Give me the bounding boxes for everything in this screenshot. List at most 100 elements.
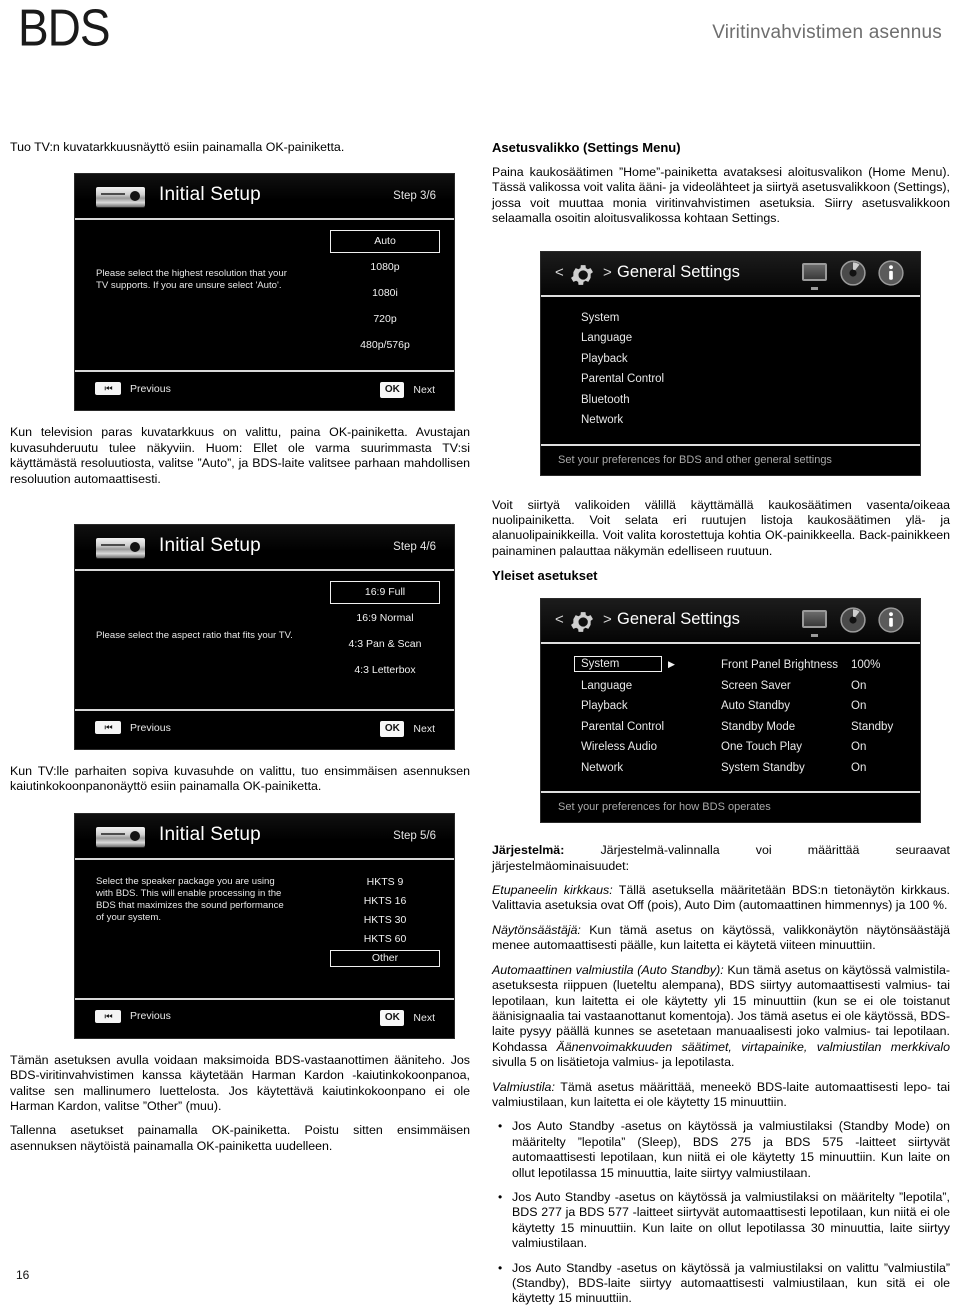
option-hkts-16[interactable]: HKTS 16 [330,893,440,910]
setting-value-system-standby[interactable]: On [851,762,866,774]
menu-item-playback[interactable]: Playback Auto Standby On [541,699,920,720]
screensaver-label: Näytönsäästäjä: [492,922,581,937]
screen-titlebar: Initial Setup Step 3/6 [75,174,454,221]
setting-value-standby-mode[interactable]: Standby [851,721,893,733]
ok-key-icon: OK [380,1009,405,1026]
menu-item-system[interactable]: System [541,311,920,332]
player-slot [101,832,125,835]
menu-item-parental-control[interactable]: Parental Control Standby Mode Standby [541,720,920,741]
after-step3-paragraph: Kun television paras kuvatarkkuus on val… [10,425,470,486]
setting-value-one-touch-play[interactable]: On [851,741,866,753]
tv-icon[interactable] [802,260,828,286]
menu-item-language[interactable]: Language [541,331,920,352]
page-header: BDS Viritinvahvistimen asennus [0,0,960,78]
option-hkts-60[interactable]: HKTS 60 [330,931,440,948]
next-label: Next [413,723,435,736]
next-button[interactable]: OK Next [380,382,435,399]
menu-item-wireless-audio[interactable]: Wireless Audio One Touch Play On [541,740,920,761]
page-number: 16 [16,1268,30,1282]
settings-footer-hint: Set your preferences for BDS and other g… [541,443,920,475]
auto-standby-italic-reference: Äänenvoimakkuuden säätimet, virtapainike… [556,1039,950,1054]
info-icon[interactable] [878,260,904,286]
right-chevron-icon[interactable]: > [603,264,612,281]
front-panel-label: Etupaneelin kirkkaus: [492,883,613,898]
disc-icon[interactable] [840,607,866,633]
left-column: Tuo TV:n kuvatarkkuusnäyttö esiin painam… [10,140,470,1154]
settings-titlebar: < > General Settings [541,251,920,297]
next-button[interactable]: OK Next [380,1009,435,1026]
menu-item-bluetooth[interactable]: Bluetooth [541,393,920,414]
bds-logo: BDS [18,0,111,57]
setting-value-screen-saver[interactable]: On [851,680,866,692]
disc-icon[interactable] [840,259,866,286]
right-column: Asetusvalikko (Settings Menu) Paina kauk… [492,140,950,1316]
menu-label: Language [581,679,633,692]
option-1080i[interactable]: 1080i [330,282,440,305]
auto-standby-label: Automaattinen valmiustila (Auto Standby)… [492,962,724,977]
standby-bullet-list: Jos Auto Standby -asetus on käytössä ja … [492,1119,950,1306]
menu-item-system[interactable]: System ▶ Front Panel Brightness 100% [541,656,920,679]
screen-title: Initial Setup [159,184,261,206]
menu-label: Bluetooth [581,393,630,406]
option-1080p[interactable]: 1080p [330,256,440,279]
page-title: Viritinvahvistimen asennus [712,22,942,43]
screen-title: Initial Setup [159,823,261,845]
option-hkts-9[interactable]: HKTS 9 [330,874,440,891]
option-other[interactable]: Other [330,949,440,967]
previous-button[interactable]: ⏮ Previous [95,721,171,735]
valmiustila-label: Valmiustila: [492,1079,555,1094]
settings-menu-list[interactable]: System ▶ Front Panel Brightness 100% Lan… [541,644,920,791]
setting-value-auto-standby[interactable]: On [851,700,866,712]
menu-item-network[interactable]: Network System Standby On [541,761,920,782]
left-chevron-icon[interactable]: < [555,611,564,628]
chevron-right-icon: ▶ [668,659,675,670]
previous-button[interactable]: ⏮ Previous [95,382,171,396]
player-slot [101,544,125,547]
menu-item-language[interactable]: Language Screen Saver On [541,679,920,700]
settings-menu-list[interactable]: System Language Playback Parental Contro… [541,297,920,444]
option-16-9-full[interactable]: 16:9 Full [330,581,440,605]
tv-icon[interactable] [802,607,828,633]
previous-label: Previous [130,721,171,734]
resolution-option-list[interactable]: Auto 1080p 1080i 720p 480p/576p [330,230,440,360]
screen-step-indicator: Step 3/6 [393,190,436,203]
screen-description: Please select the aspect ratio that fits… [96,630,293,642]
option-480p-576p[interactable]: 480p/576p [330,334,440,357]
option-4-3-pan-scan[interactable]: 4:3 Pan & Scan [330,633,440,656]
option-4-3-letterbox[interactable]: 4:3 Letterbox [330,659,440,682]
system-paragraph: Järjestelmä: Järjestelmä-valinnalla voi … [492,843,950,874]
option-720p[interactable]: 720p [330,308,440,331]
next-button[interactable]: OK Next [380,721,435,738]
info-icon[interactable] [878,607,904,633]
option-auto[interactable]: Auto [330,230,440,254]
speaker-package-option-list[interactable]: HKTS 9 HKTS 16 HKTS 30 HKTS 60 Other [330,874,440,969]
menu-label: System [581,311,620,324]
left-chevron-icon[interactable]: < [555,264,564,281]
navigation-paragraph: Voit siirtyä valikoiden välillä käyttämä… [492,497,950,558]
left-intro-paragraph: Tuo TV:n kuvatarkkuusnäyttö esiin painam… [10,140,345,154]
settings-icon-group [802,607,904,633]
menu-item-network[interactable]: Network [541,413,920,434]
settings-menu-paragraph: Paina kaukosäätimen ”Home”-painiketta av… [492,165,950,226]
player-knob [130,542,140,553]
auto-standby-text-b: sivulla 5 on lisätietoja valmius- ja lep… [492,1055,735,1070]
option-16-9-normal[interactable]: 16:9 Normal [330,607,440,630]
after-step4-paragraph: Kun TV:lle parhaiten sopiva kuvasuhde on… [10,764,470,794]
menu-label: Parental Control [581,373,665,386]
screen-step-indicator: Step 5/6 [393,829,436,842]
setting-name-auto-standby: Auto Standby [721,700,791,713]
after-step5-paragraph-1: Tämän asetuksen avulla voidaan maksimoid… [10,1052,470,1114]
menu-item-parental-control[interactable]: Parental Control [541,372,920,393]
aspect-ratio-option-list[interactable]: 16:9 Full 16:9 Normal 4:3 Pan & Scan 4:3… [330,581,440,685]
menu-item-playback[interactable]: Playback [541,352,920,373]
option-hkts-30[interactable]: HKTS 30 [330,912,440,929]
list-item: Jos Auto Standby -asetus on käytössä ja … [498,1119,950,1181]
setting-value-front-panel-brightness[interactable]: 100% [851,659,880,671]
menu-label-selected: System [574,656,663,673]
right-chevron-icon[interactable]: > [603,611,612,628]
player-slot [101,193,125,196]
previous-button[interactable]: ⏮ Previous [95,1009,171,1023]
screen-titlebar: Initial Setup Step 4/6 [75,525,454,572]
gear-icon [568,261,596,289]
menu-label: Wireless Audio [581,741,658,754]
